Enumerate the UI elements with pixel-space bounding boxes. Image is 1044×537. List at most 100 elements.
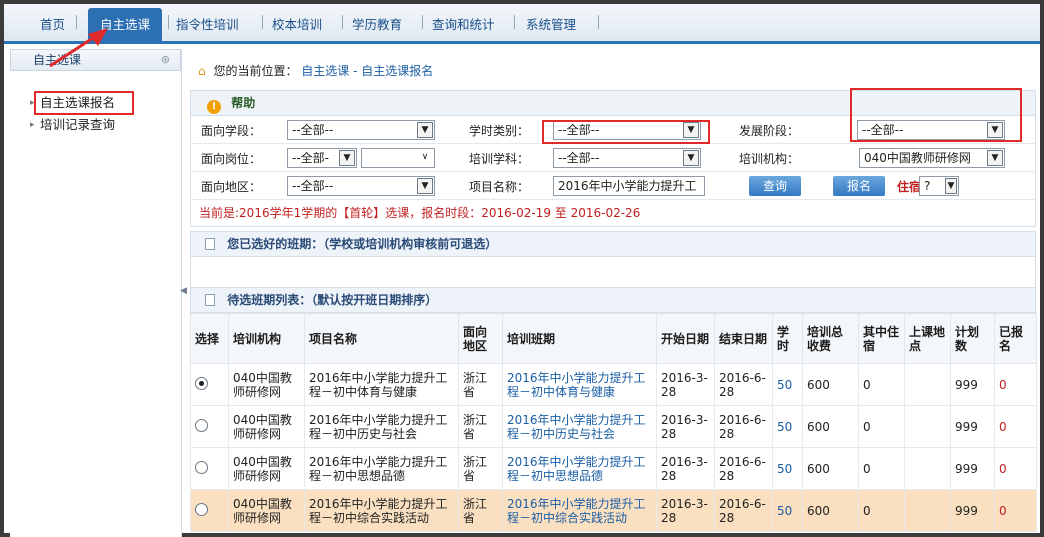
column-header: 选择: [190, 313, 229, 364]
select-cell: [190, 447, 229, 490]
query-button[interactable]: 查询: [749, 176, 802, 196]
column-header: 结束日期: [714, 313, 773, 364]
sidebar-item-label: 培训记录查询: [40, 117, 116, 132]
main-content: ⌂ 您的当前位置： 自主选课 - 自主选课报名 ! 帮助 面向学段： --全部-…: [190, 60, 1037, 532]
post-value: --全部-: [292, 151, 329, 165]
breadcrumb-path[interactable]: 自主选课 - 自主选课报名: [301, 64, 433, 78]
document-icon: [205, 294, 215, 306]
dev-stage-label: 发展阶段：: [739, 124, 800, 138]
cell-fee: 600: [802, 489, 859, 532]
cell-end: 2016-6-28: [714, 405, 773, 448]
nav-divider: [168, 15, 169, 29]
collapse-icon[interactable]: ⊛: [161, 50, 170, 70]
home-icon: ⌂: [198, 64, 206, 78]
cell-hours: 50: [772, 447, 803, 490]
cell-org: 040中国教师研修网: [228, 447, 305, 490]
help-link[interactable]: 帮助: [231, 96, 255, 110]
cell-location: [904, 447, 951, 490]
row-radio[interactable]: [195, 502, 208, 516]
cell-region: 浙江省: [458, 363, 503, 406]
tab-school-training[interactable]: 校本培训: [272, 14, 322, 33]
project-label: 项目名称：: [469, 180, 530, 194]
filter-row: 面向地区： --全部-- ▼ 项目名称： 2016年中小学能力提升工 查询 报名…: [191, 172, 1035, 200]
select-cell: [190, 405, 229, 448]
tab-home[interactable]: 首页: [40, 14, 65, 33]
school-stage-value: --全部--: [292, 123, 334, 137]
sidebar-item-records[interactable]: ▸ 培训记录查询: [10, 115, 181, 135]
row-radio[interactable]: [195, 460, 208, 474]
select-cell: [190, 363, 229, 406]
table-header-row: 选择 培训机构 项目名称 面向地区 培训班期 开始日期 结束日期 学时 培训总收…: [190, 313, 1037, 364]
sidebar-toggle-icon[interactable]: ◀: [180, 286, 188, 300]
column-header: 开始日期: [656, 313, 715, 364]
highlight-box: [850, 88, 1022, 142]
lodging-select[interactable]: ? ▼: [919, 176, 959, 196]
table-row[interactable]: 040中国教师研修网 2016年中小学能力提升工程－初中体育与健康 浙江省 2016年…: [190, 363, 1037, 406]
hour-type-label: 学时类别：: [469, 124, 530, 138]
cell-end: 2016-6-28: [714, 489, 773, 532]
column-header: 培训总收费: [802, 313, 859, 364]
cell-lodging: 0: [858, 447, 905, 490]
cell-enrolled: 0: [994, 405, 1037, 448]
cell-class[interactable]: 2016年中小学能力提升工程－初中思想品德: [502, 447, 657, 490]
cell-region: 浙江省: [458, 405, 503, 448]
org-select[interactable]: 040中国教师研修网 ▼: [859, 148, 1005, 168]
column-header: 培训班期: [502, 313, 657, 364]
cell-enrolled: 0: [994, 489, 1037, 532]
enroll-notice: 当前是:2016学年1学期的【首轮】选课，报名时段：2016-02-19 至 2…: [199, 206, 641, 220]
cell-end: 2016-6-28: [714, 447, 773, 490]
tab-self-select[interactable]: 自主选课: [88, 8, 163, 44]
school-stage-select[interactable]: --全部-- ▼: [287, 120, 435, 140]
cell-start: 2016-3-28: [656, 489, 715, 532]
tab-query-stats[interactable]: 查询和统计: [432, 14, 495, 33]
enroll-button[interactable]: 报名: [833, 176, 886, 196]
post-sub-select[interactable]: ∨: [361, 148, 435, 168]
nav-divider: [262, 15, 263, 29]
pending-classes-header: 待选班期列表：（默认按开班日期排序）: [190, 287, 1036, 313]
cell-start: 2016-3-28: [656, 405, 715, 448]
app-window: 首页 自主选课 指令性培训 校本培训 学历教育 查询和统计 系统管理 自主选课 …: [0, 0, 1044, 537]
caret-right-icon: ▸: [30, 120, 35, 130]
cell-class[interactable]: 2016年中小学能力提升工程－初中体育与健康: [502, 363, 657, 406]
subject-select[interactable]: --全部-- ▼: [553, 148, 701, 168]
project-input[interactable]: 2016年中小学能力提升工: [553, 176, 705, 196]
post-select[interactable]: --全部- ▼: [287, 148, 357, 168]
tab-system-admin[interactable]: 系统管理: [526, 14, 576, 33]
chevron-down-icon: ▼: [987, 150, 1003, 166]
org-label: 培训机构：: [739, 152, 800, 166]
cell-project: 2016年中小学能力提升工程－初中历史与社会: [304, 405, 459, 448]
selected-classes-header: 您已选好的班期：（学校或培训机构审核前可退选）: [190, 231, 1036, 257]
region-select[interactable]: --全部-- ▼: [287, 176, 435, 196]
cell-org: 040中国教师研修网: [228, 363, 305, 406]
column-header: 学时: [772, 313, 803, 364]
breadcrumb-prefix: 您的当前位置：: [213, 64, 298, 78]
cell-enrolled: 0: [994, 447, 1037, 490]
table-row[interactable]: 040中国教师研修网 2016年中小学能力提升工程－初中思想品德 浙江省 2016年中…: [190, 447, 1037, 490]
sidebar: 自主选课 ⊛ ▸ 自主选课报名 ▸ 培训记录查询: [10, 49, 182, 537]
column-header: 其中住宿: [858, 313, 905, 364]
cell-region: 浙江省: [458, 489, 503, 532]
cell-start: 2016-3-28: [656, 447, 715, 490]
sidebar-item-enroll[interactable]: ▸ 自主选课报名: [30, 91, 134, 115]
filter-row: 面向岗位： --全部- ▼ ∨ 培训学科： --全部-- ▼ 培训机构： 040…: [191, 144, 1035, 172]
nav-divider: [76, 15, 77, 29]
org-value: 040中国教师研修网: [864, 151, 971, 165]
cell-project: 2016年中小学能力提升工程－初中综合实践活动: [304, 489, 459, 532]
table-row[interactable]: 040中国教师研修网 2016年中小学能力提升工程－初中历史与社会 浙江省 2016年…: [190, 405, 1037, 448]
chevron-down-icon: ▼: [417, 178, 433, 194]
cell-org: 040中国教师研修网: [228, 489, 305, 532]
tab-directive-training[interactable]: 指令性培训: [176, 14, 239, 33]
nav-divider: [342, 15, 343, 29]
cell-location: [904, 405, 951, 448]
table-row[interactable]: 040中国教师研修网 2016年中小学能力提升工程－初中综合实践活动 浙江省 2016…: [190, 489, 1037, 532]
chevron-down-icon: ▼: [339, 150, 355, 166]
row-radio[interactable]: [195, 418, 208, 432]
class-table: 选择 培训机构 项目名称 面向地区 培训班期 开始日期 结束日期 学时 培训总收…: [190, 313, 1037, 532]
cell-class[interactable]: 2016年中小学能力提升工程－初中历史与社会: [502, 405, 657, 448]
cell-plan: 999: [950, 447, 995, 490]
chevron-down-icon: ▼: [945, 178, 957, 194]
chevron-down-icon: ▼: [683, 150, 699, 166]
cell-class[interactable]: 2016年中小学能力提升工程－初中综合实践活动: [502, 489, 657, 532]
row-radio[interactable]: [195, 376, 208, 390]
tab-education[interactable]: 学历教育: [352, 14, 402, 33]
